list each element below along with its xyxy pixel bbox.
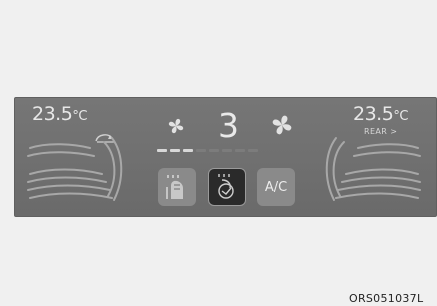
fan-speed-up-icon[interactable]	[269, 112, 295, 138]
rear-label: REAR	[364, 127, 388, 136]
figure-caption: ORS051037L	[349, 292, 424, 305]
rear-climate-button[interactable]: REAR >	[364, 127, 397, 136]
heated-seat-icon	[218, 174, 234, 199]
fan-speed-bar[interactable]	[157, 149, 258, 152]
rear-defrost-button[interactable]	[158, 168, 196, 206]
ac-button[interactable]: A/C	[257, 168, 295, 206]
fan-speed-down-icon[interactable]	[166, 116, 186, 136]
right-temp-value: 23.5	[353, 103, 394, 125]
right-temp-unit: °C	[393, 109, 408, 124]
fan-speed-segment	[183, 149, 193, 152]
fan-speed-segment	[222, 149, 232, 152]
fan-speed-segment	[170, 149, 180, 152]
fan-speed-segment	[196, 149, 206, 152]
fan-speed-segment	[209, 149, 219, 152]
seat-heat-left-icon	[27, 137, 123, 201]
fan-speed-segment	[235, 149, 245, 152]
fan-speed-segment	[157, 149, 167, 152]
left-temperature[interactable]: 23.5°C	[32, 103, 87, 125]
fan-speed-segment	[248, 149, 258, 152]
chevron-right-icon: >	[390, 127, 398, 136]
seat-heat-right-icon	[325, 137, 421, 201]
rear-defrost-icon	[166, 175, 183, 199]
left-temp-value: 23.5	[32, 103, 73, 125]
left-temp-unit: °C	[72, 109, 87, 124]
fan-speed-value: 3	[218, 106, 239, 145]
right-temperature[interactable]: 23.5°C	[353, 103, 408, 125]
heated-seat-button[interactable]	[208, 168, 246, 206]
